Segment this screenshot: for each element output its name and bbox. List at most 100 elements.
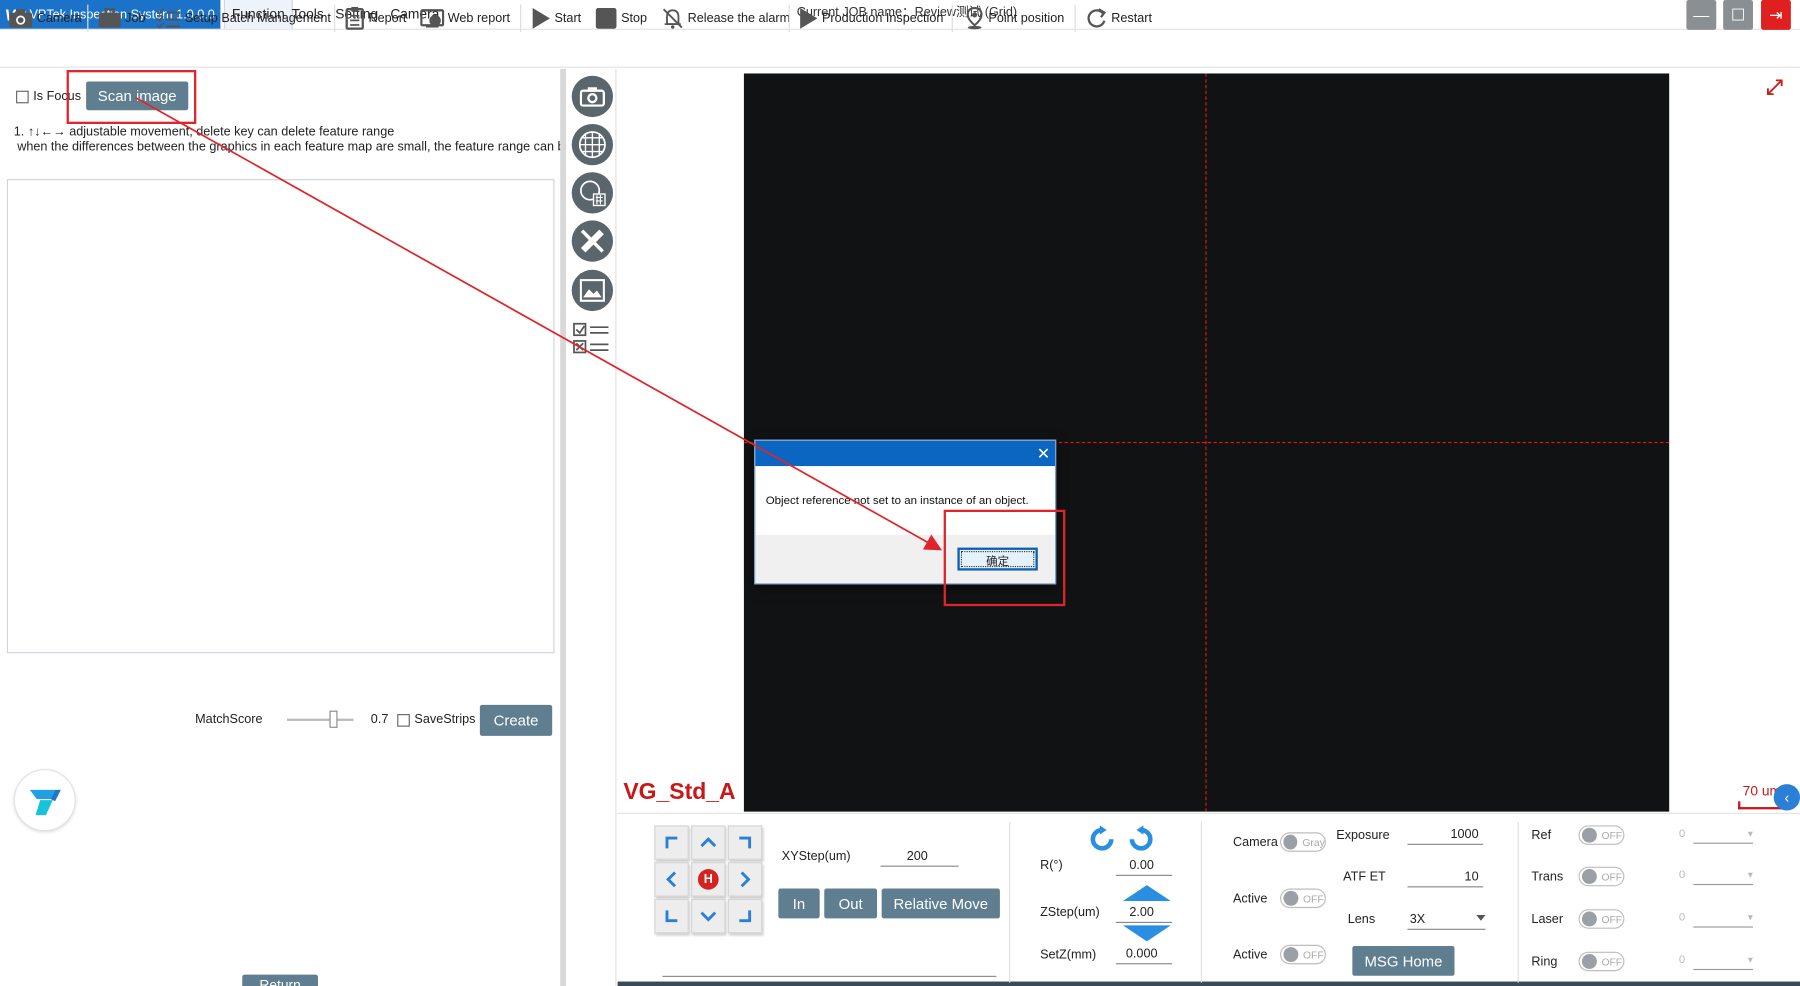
dropdown-arrow-icon[interactable] (1476, 914, 1486, 921)
progress-line (662, 975, 997, 977)
move-up-button[interactable] (691, 825, 726, 860)
play-icon (800, 8, 818, 29)
toolbar-camera-button[interactable]: Camera (8, 5, 82, 33)
trans-light-toggle-text: OFF (1601, 870, 1623, 883)
laser-light-toggle-text: OFF (1601, 913, 1623, 925)
laser-light-dropdown[interactable]: ▾ (1693, 912, 1753, 928)
maximize-button[interactable]: ☐ (1723, 0, 1753, 30)
measure-tools-icon[interactable] (571, 220, 614, 262)
minimize-button[interactable]: — (1686, 0, 1717, 30)
ring-light-dropdown[interactable]: ▾ (1693, 954, 1753, 971)
toolbar-divider (334, 4, 336, 33)
annotation-highlight-box (66, 70, 197, 124)
move-down-left-button[interactable] (654, 898, 689, 934)
out-button[interactable]: Out (824, 888, 878, 919)
msg-home-button[interactable]: MSG Home (1352, 945, 1455, 976)
camera-capture-icon[interactable] (571, 75, 614, 118)
laser-light-toggle[interactable]: OFF (1578, 909, 1625, 929)
in-button[interactable]: In (778, 888, 820, 919)
ref-light-toggle-text: OFF (1601, 829, 1623, 841)
image-gallery-icon[interactable] (571, 269, 614, 312)
toolbar-job-label: Job (125, 11, 146, 26)
zstep-input[interactable]: 2.00 (1115, 902, 1173, 923)
toolbar-release-alarm-button[interactable]: Release the alarm (661, 5, 790, 33)
collapse-panel-button[interactable]: ‹ (1773, 784, 1800, 811)
move-left-button[interactable] (654, 862, 689, 897)
z-down-button[interactable] (1122, 925, 1171, 945)
toggle-knob (1581, 953, 1597, 969)
setz-input[interactable]: 0.000 (1115, 944, 1173, 965)
toolbar-production-button[interactable]: Production Inspection (798, 5, 943, 33)
return-button[interactable]: Return (242, 974, 318, 986)
rotate-ccw-icon[interactable] (1088, 825, 1116, 856)
toolbar-start-label: Start (554, 11, 582, 26)
chevron-up-icon (700, 837, 717, 848)
pattern-grid-icon[interactable] (571, 172, 614, 214)
ref-light-value[interactable]: 0 (1630, 828, 1685, 841)
checklist-icon[interactable] (572, 319, 613, 364)
lens-select[interactable]: 3X (1407, 909, 1486, 930)
toolbar-web-report-label: Web report (447, 11, 510, 26)
home-button[interactable]: H (691, 862, 726, 897)
move-down-right-button[interactable] (727, 898, 763, 934)
checklist-icon (156, 8, 181, 29)
feature-map-area[interactable] (6, 179, 555, 654)
trans-light-value[interactable]: 0 (1630, 869, 1685, 882)
grid-icon[interactable] (571, 123, 614, 166)
checkbox-box[interactable] (16, 90, 29, 103)
laser-light-value[interactable]: 0 (1630, 912, 1685, 925)
active-toggle[interactable]: OFF (1280, 944, 1326, 965)
chevron-down-icon (700, 911, 717, 922)
move-up-right-button[interactable] (727, 825, 763, 860)
ref-light-dropdown[interactable]: ▾ (1693, 828, 1753, 844)
checkbox-box[interactable] (397, 713, 410, 727)
toolbar-batch-button[interactable]: Setup Batch Management (156, 5, 331, 33)
match-score-label: MatchScore (195, 712, 263, 727)
rotate-cw-icon[interactable] (1127, 825, 1155, 856)
toolbar-divider (951, 4, 953, 33)
toolbar-web-report-button[interactable]: Web report (420, 5, 510, 33)
bell-off-icon (662, 8, 683, 29)
app-logo-icon (29, 789, 61, 816)
toolbar-start-button[interactable]: Start (530, 5, 581, 33)
ref-light-toggle[interactable]: OFF (1578, 825, 1625, 845)
camera-mode-toggle[interactable]: Gray (1280, 832, 1326, 852)
save-strips-checkbox[interactable]: SaveStrips (397, 713, 476, 727)
toolbar-point-position-button[interactable]: Point position (964, 5, 1064, 33)
active-toggle[interactable]: OFF (1280, 888, 1326, 909)
xystep-input[interactable]: 200 (880, 846, 959, 867)
toolbar-point-position-label: Point position (988, 11, 1065, 26)
toolbar (0, 30, 1800, 68)
play-icon (532, 8, 550, 29)
ring-light-toggle[interactable]: OFF (1578, 951, 1625, 972)
match-score-value: 0.7 (370, 712, 389, 727)
move-down-button[interactable] (691, 898, 726, 934)
trans-light-dropdown[interactable]: ▾ (1693, 869, 1753, 886)
toggle-knob (1581, 869, 1597, 884)
panel-divider (1200, 821, 1202, 983)
home-icon: H (697, 869, 719, 890)
move-right-button[interactable] (727, 862, 763, 897)
atf-et-input[interactable]: 10 (1407, 867, 1484, 888)
exposure-input[interactable]: 1000 (1407, 824, 1484, 845)
dialog-close-icon[interactable]: ✕ (1033, 441, 1054, 466)
floating-app-logo[interactable] (13, 769, 76, 832)
create-button[interactable]: Create (479, 704, 553, 736)
toolbar-restart-button[interactable]: Restart (1085, 5, 1152, 33)
ref-light-label: Ref (1531, 828, 1552, 843)
move-up-left-button[interactable] (654, 825, 689, 860)
toolbar-report-button[interactable]: Report (344, 5, 406, 33)
corner-up-right-icon (739, 836, 752, 849)
ring-light-value[interactable]: 0 (1630, 954, 1685, 967)
laser-light-label: Laser (1531, 912, 1564, 927)
match-score-slider-track[interactable] (287, 718, 354, 721)
trans-light-toggle[interactable]: OFF (1578, 866, 1625, 887)
toolbar-divider (520, 4, 522, 33)
match-score-slider-thumb[interactable] (329, 710, 338, 728)
toolbar-stop-button[interactable]: Stop (595, 5, 647, 33)
relative-move-button[interactable]: Relative Move (881, 888, 1000, 919)
toolbar-job-button[interactable]: Job (98, 5, 146, 33)
rotation-input[interactable]: 0.00 (1115, 855, 1173, 876)
expand-icon[interactable] (1766, 78, 1784, 100)
exit-button[interactable]: ⇥ (1761, 0, 1791, 30)
